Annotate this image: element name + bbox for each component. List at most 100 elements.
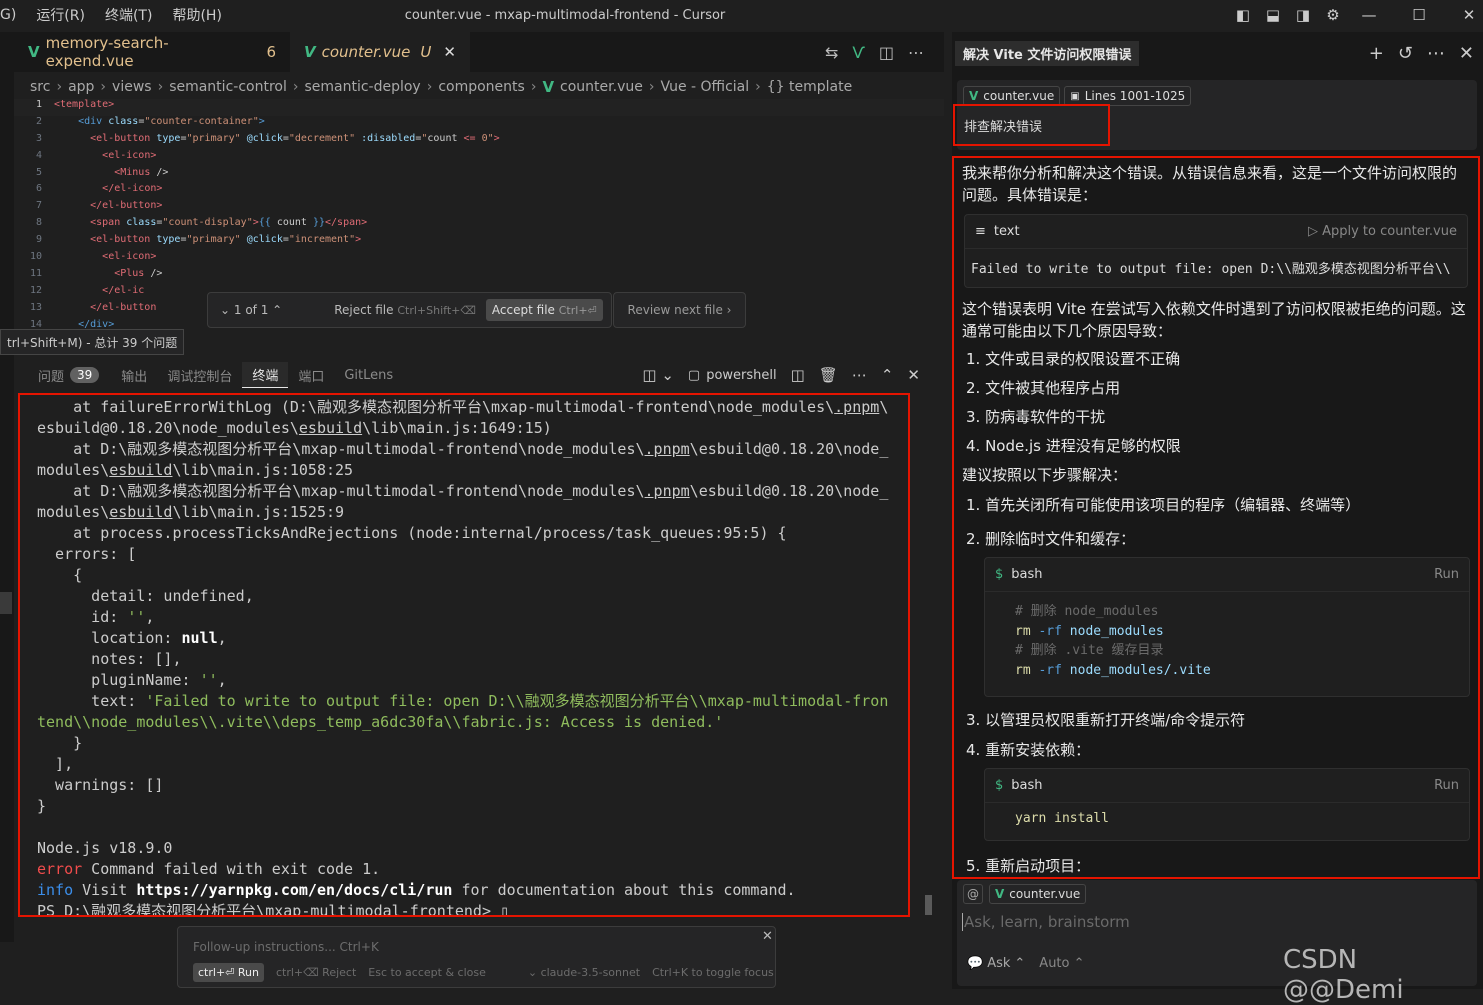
line-content: <Plus /> — [114, 267, 163, 279]
breadcrumb-item[interactable]: Vue - Official — [660, 79, 749, 95]
close-window-icon[interactable]: ✕ — [1458, 4, 1480, 26]
chat-title[interactable]: 解决 Vite 文件访问权限错误 — [955, 40, 1140, 66]
run-button[interactable]: ctrl+⏎ Run — [193, 963, 264, 982]
tab-terminal[interactable]: 终端 — [242, 362, 289, 388]
breadcrumb-item[interactable]: counter.vue — [560, 79, 643, 95]
tab-counter-vue[interactable]: V counter.vue U ✕ — [290, 32, 470, 72]
reject-file-button[interactable]: Reject file Ctrl+Shift+⌫ — [334, 303, 476, 317]
line-content: <el-button type="primary" @click="increm… — [90, 234, 362, 246]
diff-counter[interactable]: ⌄ 1 of 1 ⌃ — [208, 303, 294, 317]
code-line[interactable]: 7 </el-button> — [14, 200, 944, 217]
context-file-chip[interactable]: Vcounter.vue — [963, 86, 1061, 106]
terminal-line: pluginName: '', — [37, 671, 227, 689]
code-line[interactable]: 10 <el-icon> — [14, 251, 944, 268]
tab-memory-search-expend[interactable]: V memory-search-expend.vue 6 — [14, 32, 290, 72]
maximize-icon[interactable]: ☐ — [1408, 4, 1430, 26]
chip-label: counter.vue — [1009, 887, 1081, 901]
accept-hint[interactable]: Esc to accept & close — [368, 966, 486, 979]
run-code-button[interactable]: Run — [1434, 778, 1459, 793]
more-actions-icon[interactable]: ⋯ — [908, 43, 924, 62]
code-line[interactable]: 6 </el-icon> — [14, 183, 944, 200]
compare-changes-icon[interactable]: ⇆ — [825, 43, 838, 62]
tab-output[interactable]: 输出 — [111, 362, 157, 388]
code-line[interactable]: 4 <el-icon> — [14, 150, 944, 167]
split-editor-icon[interactable]: ◫ — [879, 43, 894, 62]
chat-input[interactable]: Ask, learn, brainstorm — [962, 913, 1130, 931]
response-intro: 我来帮你分析和解决这个错误。从错误信息来看，这是一个文件访问权限的问题。具体错误… — [962, 164, 1458, 204]
new-chat-icon[interactable]: + — [1369, 43, 1384, 64]
close-chat-icon[interactable]: ✕ — [1459, 43, 1474, 64]
breadcrumb-item[interactable]: components — [438, 79, 525, 95]
code-line[interactable]: 5 <Minus /> — [14, 167, 944, 184]
auto-selector[interactable]: Auto ⌃ — [1039, 956, 1084, 971]
terminal-line: error Command failed with exit code 1. — [37, 860, 381, 878]
problems-count-badge: 39 — [70, 367, 100, 383]
terminal-line: errors: [ — [37, 545, 137, 563]
code-comment: # 删除 node_modules — [1015, 604, 1159, 619]
more-actions-icon[interactable]: ⋯ — [1427, 43, 1445, 64]
terminal-line: warnings: [] — [37, 776, 164, 794]
run-code-button[interactable]: Run — [1434, 567, 1459, 582]
new-terminal-split-icon[interactable]: ◫ ⌄ — [642, 366, 674, 384]
terminal-scrollbar-thumb[interactable] — [925, 895, 932, 915]
code-lines-icon: ▣ — [1070, 90, 1080, 102]
code-line[interactable]: 9 <el-button type="primary" @click="incr… — [14, 234, 944, 251]
mode-selector[interactable]: 💬 Ask ⌃ — [967, 956, 1025, 971]
close-followup-icon[interactable]: ✕ — [762, 929, 773, 944]
terminal-select[interactable]: ▢ powershell — [688, 368, 777, 383]
terminal-line: at D:\融观多模态视图分析平台\mxap-multimodal-fronte… — [37, 440, 889, 458]
context-file-chip[interactable]: Vcounter.vue — [989, 884, 1087, 904]
menu-item-help[interactable]: 帮助(H) — [172, 5, 221, 25]
terminal-line: } — [37, 797, 47, 815]
breadcrumb-item[interactable]: {} template — [767, 79, 852, 95]
close-tab-icon[interactable]: ✕ — [443, 43, 456, 61]
history-icon[interactable]: ↺ — [1398, 43, 1413, 64]
settings-gear-icon[interactable]: ⚙ — [1322, 4, 1344, 26]
reject-label: Reject file — [334, 303, 394, 317]
breadcrumb-item[interactable]: semantic-deploy — [304, 79, 420, 95]
terminal-output[interactable]: at failureErrorWithLog (D:\融观多模态视图分析平台\m… — [18, 393, 910, 917]
breadcrumb-item[interactable]: semantic-control — [169, 79, 287, 95]
step-item: 4. 重新安装依赖： — [966, 741, 1091, 759]
terminal-dollar-icon: $ — [995, 567, 1004, 582]
tab-problems[interactable]: 问题 — [28, 362, 74, 388]
menu-item-terminal[interactable]: 终端(T) — [105, 5, 152, 25]
code-line[interactable]: 11 <Plus /> — [14, 268, 944, 285]
toggle-secondary-sidebar-icon[interactable]: ◨ — [1292, 4, 1314, 26]
split-terminal-icon[interactable]: ◫ — [791, 366, 805, 384]
code-line[interactable]: 8 <span class="count-display">{{ count }… — [14, 217, 944, 234]
accept-file-button[interactable]: Accept file Ctrl+⏎ — [485, 299, 603, 321]
mention-icon[interactable]: @ — [963, 884, 983, 904]
minimize-icon[interactable]: — — [1358, 4, 1380, 26]
terminal-line: modules\esbuild\lib\main.js:1058:25 — [37, 461, 354, 479]
apply-to-file-button[interactable]: ▷ Apply to counter.vue — [1308, 224, 1457, 239]
menu-item-run[interactable]: 运行(R) — [36, 5, 85, 25]
terminal-line: at D:\融观多模态视图分析平台\mxap-multimodal-fronte… — [37, 482, 889, 500]
more-actions-icon[interactable]: ⋯ — [852, 366, 867, 384]
review-next-file-button[interactable]: Review next file › — [613, 292, 746, 328]
breadcrumb-item[interactable]: views — [112, 79, 152, 95]
reject-hint[interactable]: ctrl+⌫ Reject — [276, 966, 356, 979]
vue-preview-icon[interactable]: Ѵ — [852, 43, 865, 62]
tab-debug-console[interactable]: 调试控制台 — [157, 362, 242, 388]
trash-icon[interactable]: 🗑 — [819, 366, 838, 384]
toggle-primary-sidebar-icon[interactable]: ◧ — [1232, 4, 1254, 26]
code-line[interactable]: 3 <el-button type="primary" @click="decr… — [14, 133, 944, 150]
maximize-panel-icon[interactable]: ⌃ — [881, 366, 894, 384]
layout-controls: ◧ ⬓ ◨ ⚙ — ☐ ✕ — [1232, 4, 1480, 26]
model-selector[interactable]: ⌄ claude-3.5-sonnet — [528, 966, 640, 979]
tab-ports[interactable]: 端口 — [288, 362, 334, 388]
close-panel-icon[interactable]: ✕ — [907, 366, 920, 384]
followup-input[interactable]: Follow-up instructions... Ctrl+K — [193, 940, 379, 954]
tab-gitlens[interactable]: GitLens — [334, 362, 403, 388]
breadcrumb-item[interactable]: src — [30, 79, 50, 95]
breadcrumb-item[interactable]: app — [68, 79, 94, 95]
step-item: 1. 首先关闭所有可能使用该项目的程序（编辑器、终端等） — [966, 496, 1361, 514]
code-line[interactable]: 2 <div class="counter-container"> — [14, 116, 944, 133]
cause-item: 1. 文件或目录的权限设置不正确 — [966, 350, 1181, 368]
code-flag: -rf — [1038, 662, 1062, 678]
code-line[interactable]: 1 <template> — [14, 99, 944, 116]
toggle-panel-icon[interactable]: ⬓ — [1262, 4, 1284, 26]
context-lines-chip[interactable]: ▣ Lines 1001-1025 — [1064, 86, 1192, 106]
menu-item-g[interactable]: G) — [0, 7, 16, 23]
